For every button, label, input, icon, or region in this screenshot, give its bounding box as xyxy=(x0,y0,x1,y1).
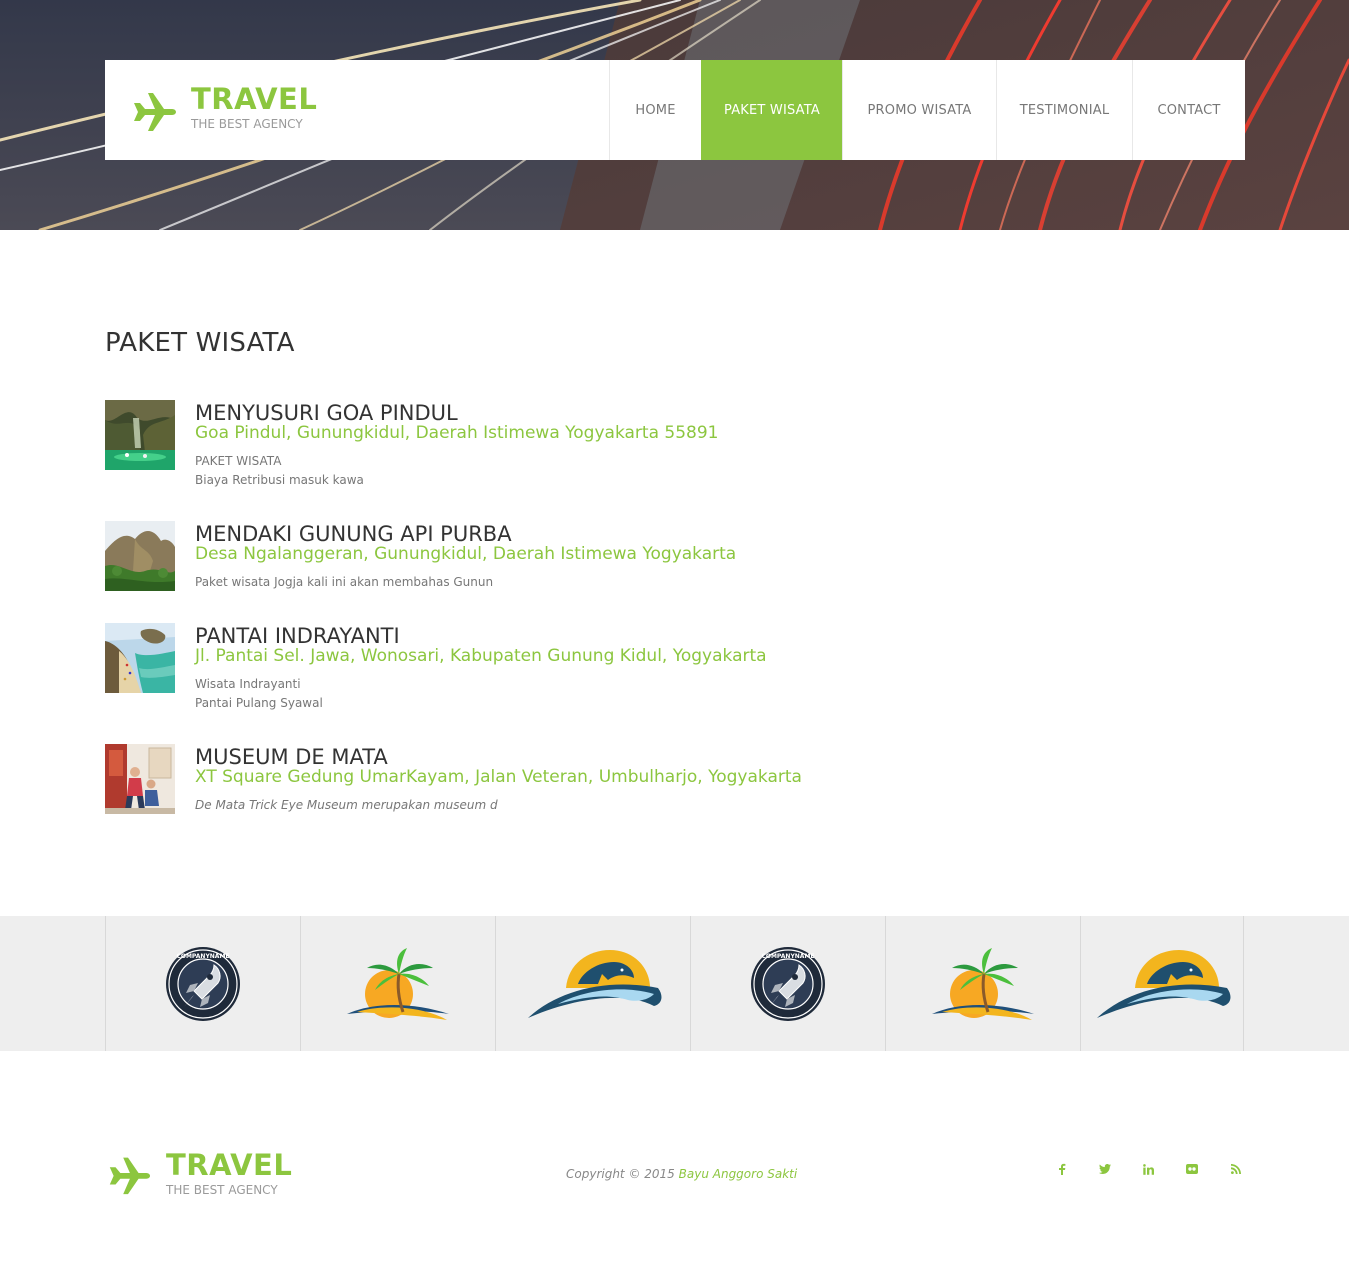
copyright-text: Copyright © 2015 xyxy=(566,1167,675,1181)
nav-promo-wisata[interactable]: PROMO WISATA xyxy=(842,60,996,160)
site-header: TRAVEL THE BEST AGENCY HOME PAKET WISATA… xyxy=(105,60,1245,160)
package-item[interactable]: MUSEUM DE MATA XT Square Gedung UmarKaya… xyxy=(105,744,905,819)
client-logo-cell[interactable]: COMPANYNAME xyxy=(690,916,885,1051)
social-links xyxy=(1040,1160,1258,1178)
package-thumbnail-pantai-indrayanti[interactable] xyxy=(105,623,175,693)
copyright: Copyright © 2015 Bayu Anggoro Sakti xyxy=(566,1167,797,1181)
client-logo-cell[interactable] xyxy=(300,916,495,1051)
package-address: Jl. Pantai Sel. Jawa, Wonosari, Kabupate… xyxy=(195,646,767,666)
footer-brand-name: TRAVEL xyxy=(166,1148,293,1182)
rss-icon[interactable] xyxy=(1214,1160,1258,1178)
brand-tagline: THE BEST AGENCY xyxy=(191,117,303,131)
site-logo[interactable]: TRAVEL THE BEST AGENCY xyxy=(129,82,329,138)
airplane-icon xyxy=(134,93,176,131)
client-logo-cell[interactable]: COMPANYNAME xyxy=(105,916,300,1051)
palm-island-logo xyxy=(932,947,1034,1020)
package-item[interactable]: PANTAI INDRAYANTI Jl. Pantai Sel. Jawa, … xyxy=(105,623,905,718)
package-description: Paket wisata Jogja kali ini akan membaha… xyxy=(195,575,494,589)
dolphin-sun-logo xyxy=(1097,949,1231,1018)
package-description: Wisata Indrayanti xyxy=(195,677,301,691)
copyright-author-link[interactable]: Bayu Anggoro Sakti xyxy=(679,1167,798,1181)
package-thumbnail-goa-pindul[interactable] xyxy=(105,400,175,470)
client-logo-cell[interactable] xyxy=(495,916,690,1051)
package-address: XT Square Gedung UmarKayam, Jalan Vetera… xyxy=(195,767,802,787)
facebook-icon[interactable] xyxy=(1040,1160,1084,1178)
badge-text: COMPANYNAME xyxy=(176,953,229,960)
package-description: Pantai Pulang Syawal xyxy=(195,696,323,710)
client-logos-strip: COMPANYNAME COMPANYNAME xyxy=(0,916,1349,1051)
package-thumbnail-gunung-api-purba[interactable] xyxy=(105,521,175,591)
nav-contact[interactable]: CONTACT xyxy=(1132,60,1245,160)
main-nav: HOME PAKET WISATA PROMO WISATA TESTIMONI… xyxy=(609,60,1245,160)
package-description: Biaya Retribusi masuk kawa xyxy=(195,473,364,487)
linkedin-icon[interactable] xyxy=(1127,1160,1171,1178)
nav-testimonial[interactable]: TESTIMONIAL xyxy=(996,60,1132,160)
footer-brand-tagline: THE BEST AGENCY xyxy=(166,1183,278,1197)
dolphin-sun-logo xyxy=(528,949,662,1018)
rocket-badge-logo: COMPANYNAME xyxy=(166,946,240,1021)
brand-name: TRAVEL xyxy=(191,82,318,116)
airplane-icon xyxy=(109,1157,151,1195)
client-logo-cell[interactable] xyxy=(885,916,1080,1051)
rocket-badge-logo: COMPANYNAME xyxy=(751,946,825,1021)
nav-home[interactable]: HOME xyxy=(609,60,701,160)
package-description: PAKET WISATA xyxy=(195,454,282,468)
package-thumbnail-museum-de-mata[interactable] xyxy=(105,744,175,814)
nav-paket-wisata[interactable]: PAKET WISATA xyxy=(701,60,842,160)
package-address: Goa Pindul, Gunungkidul, Daerah Istimewa… xyxy=(195,423,719,443)
palm-island-logo xyxy=(347,947,449,1020)
package-address: Desa Ngalanggeran, Gunungkidul, Daerah I… xyxy=(195,544,737,564)
twitter-icon[interactable] xyxy=(1084,1160,1128,1178)
footer-logo[interactable]: TRAVEL THE BEST AGENCY xyxy=(105,1148,325,1202)
package-description: De Mata Trick Eye Museum merupakan museu… xyxy=(195,798,498,812)
badge-text: COMPANYNAME xyxy=(761,953,814,960)
package-item[interactable]: MENYUSURI GOA PINDUL Goa Pindul, Gunungk… xyxy=(105,400,905,495)
page-title: PAKET WISATA xyxy=(105,328,295,358)
flickr-icon[interactable] xyxy=(1171,1160,1215,1178)
package-item[interactable]: MENDAKI GUNUNG API PURBA Desa Ngalangger… xyxy=(105,521,905,596)
client-logo-cell[interactable] xyxy=(1080,916,1244,1051)
